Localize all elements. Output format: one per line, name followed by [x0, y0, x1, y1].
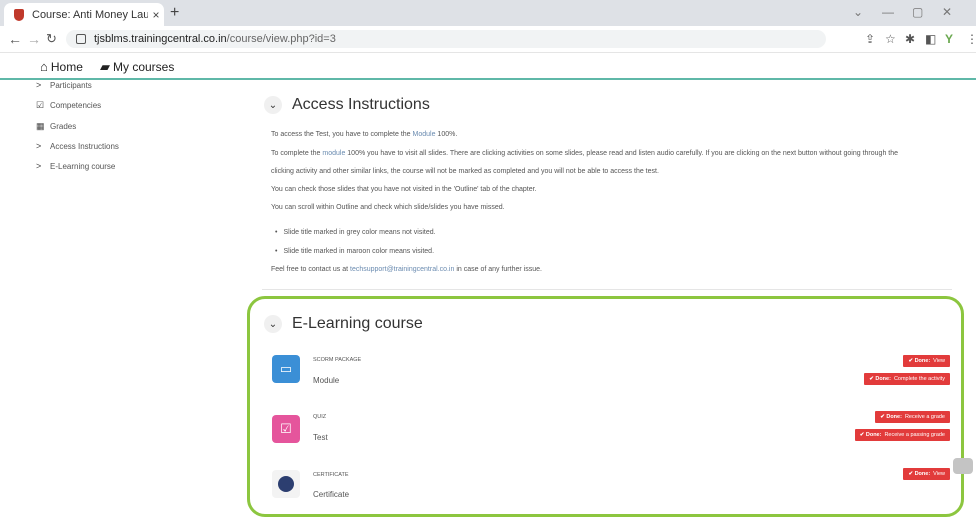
- module-link[interactable]: module: [322, 150, 345, 157]
- section-title: E-Learning course: [292, 315, 423, 332]
- sidebar-item-label: Competencies: [50, 101, 102, 110]
- minimize-icon[interactable]: —: [882, 5, 894, 19]
- maximize-icon[interactable]: ▢: [912, 5, 923, 19]
- module-link[interactable]: Module: [413, 131, 436, 138]
- extensions-icon[interactable]: ✱: [905, 32, 915, 46]
- new-tab-button[interactable]: +: [170, 4, 179, 22]
- browser-tab[interactable]: Course: Anti Money Laundering ×: [4, 3, 164, 26]
- certificate-icon: [272, 470, 300, 498]
- sidebar-item-label: Grades: [50, 122, 77, 131]
- activity-link-module[interactable]: Module: [313, 376, 339, 385]
- scrollbar-thumb[interactable]: [953, 458, 973, 474]
- address-toolbar: ← → ↻ tjsblms.trainingcentral.co.in/cour…: [0, 26, 976, 53]
- instruction-paragraph: clicking activity and other similar link…: [271, 168, 659, 175]
- my-courses-label: My courses: [113, 60, 175, 74]
- checkbox-icon: ☑: [272, 415, 300, 443]
- back-arrow-icon[interactable]: ←: [8, 31, 22, 47]
- section-title: Access Instructions: [292, 96, 430, 113]
- instruction-paragraph: You can scroll within Outline and check …: [271, 204, 505, 211]
- tab-close-icon[interactable]: ×: [148, 8, 164, 22]
- url-path: /course/view.php?id=3: [226, 33, 336, 45]
- completion-badge: ✔ Done: Receive a grade: [875, 411, 950, 423]
- sidebar-item-label: Participants: [50, 80, 92, 90]
- site-navbar: ⌂ Home ▰ My courses: [0, 53, 976, 80]
- chevron-down-icon[interactable]: ⌄: [264, 96, 282, 114]
- table-icon: ▦: [36, 121, 45, 131]
- contact-paragraph: Feel free to contact us at techsupport@t…: [271, 266, 542, 273]
- sidebar-item-access-instructions[interactable]: > Access Instructions: [36, 141, 119, 151]
- browser-tab-bar: Course: Anti Money Laundering × + ⌄ — ▢ …: [0, 0, 976, 26]
- close-window-icon[interactable]: ✕: [942, 5, 952, 19]
- support-email-link[interactable]: techsupport@trainingcentral.co.in: [350, 266, 454, 273]
- sidebar-item-label: E-Learning course: [50, 161, 116, 171]
- completion-badge: ✔ Done: Complete the activity: [864, 373, 950, 385]
- reload-icon[interactable]: ↻: [46, 31, 57, 47]
- section-divider: [262, 289, 952, 290]
- sidebar-item-label: Access Instructions: [50, 141, 119, 151]
- tab-title: Course: Anti Money Laundering: [32, 8, 148, 21]
- instruction-paragraph: You can check those slides that you have…: [271, 186, 537, 193]
- forward-arrow-icon[interactable]: →: [27, 31, 41, 47]
- home-icon: ⌂: [40, 59, 48, 74]
- activity-type: QUIZ: [313, 414, 327, 420]
- activity-link-test[interactable]: Test: [313, 433, 328, 442]
- sidebar-item-grades[interactable]: ▦ Grades: [36, 121, 76, 132]
- activity-type: CERTIFICATE: [313, 472, 349, 478]
- sidepanel-icon[interactable]: ◧: [925, 32, 936, 46]
- briefcase-icon: ▰: [100, 59, 110, 74]
- menu-kebab-icon[interactable]: ⋮: [966, 32, 976, 46]
- box-icon: ▭: [272, 355, 300, 383]
- chevron-right-icon: >: [36, 80, 42, 90]
- completion-badge: ✔ Done: View: [903, 468, 950, 480]
- tab-search-icon[interactable]: ⌄: [853, 5, 863, 19]
- list-item: Slide title marked in maroon color means…: [275, 248, 434, 255]
- lock-icon: [76, 34, 86, 44]
- chevron-down-icon[interactable]: ⌄: [264, 315, 282, 333]
- completion-badge: ✔ Done: Receive a passing grade: [854, 429, 950, 441]
- chevron-right-icon: >: [36, 161, 42, 171]
- sidebar-item-elearning-course[interactable]: > E-Learning course: [36, 161, 115, 171]
- sidebar-item-competencies[interactable]: ☑ Competencies: [36, 100, 101, 111]
- profile-icon[interactable]: Y: [945, 32, 953, 46]
- home-link[interactable]: ⌂ Home: [40, 59, 83, 74]
- instruction-paragraph: To complete the module 100% you have to …: [271, 150, 899, 157]
- checkbox-icon: ☑: [36, 100, 45, 110]
- access-instructions-header[interactable]: ⌄ Access Instructions: [264, 96, 430, 114]
- sidebar-item-participants[interactable]: > Participants: [36, 80, 92, 90]
- site-favicon-icon: [14, 8, 24, 21]
- home-label: Home: [50, 59, 83, 74]
- url-bar[interactable]: tjsblms.trainingcentral.co.in/course/vie…: [66, 30, 826, 48]
- my-courses-link[interactable]: ▰ My courses: [100, 59, 174, 75]
- instruction-paragraph: To access the Test, you have to complete…: [271, 131, 458, 138]
- activity-link-certificate[interactable]: Certificate: [313, 490, 349, 499]
- completion-badge: ✔ Done: View: [903, 355, 950, 367]
- share-icon[interactable]: ⇪: [865, 32, 875, 46]
- bookmark-star-icon[interactable]: ☆: [885, 32, 896, 46]
- elearning-course-header[interactable]: ⌄ E-Learning course: [264, 315, 423, 333]
- chevron-right-icon: >: [36, 141, 42, 151]
- activity-type: SCORM PACKAGE: [313, 357, 362, 363]
- list-item: Slide title marked in grey color means n…: [275, 229, 435, 236]
- url-host: tjsblms.trainingcentral.co.in: [94, 33, 227, 45]
